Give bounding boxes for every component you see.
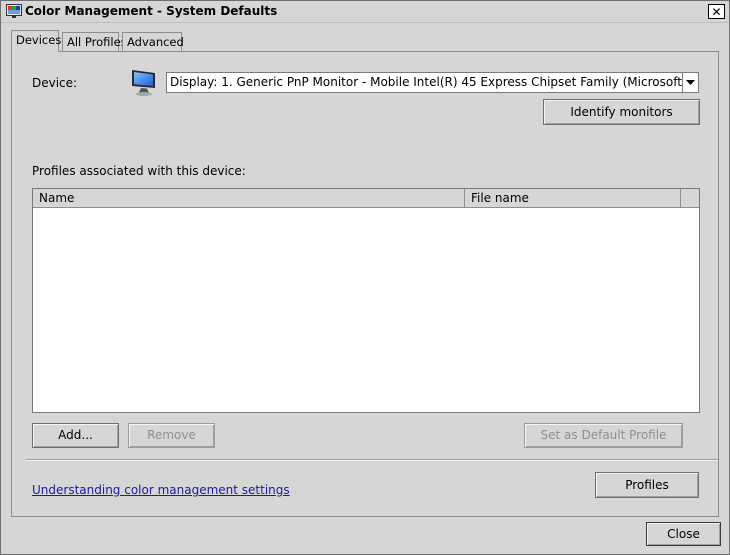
title-bar[interactable]: Color Management - System Defaults ✕	[1, 1, 729, 23]
chevron-down-icon[interactable]	[682, 73, 698, 92]
column-header-name[interactable]: Name	[33, 189, 465, 207]
color-management-window: Color Management - System Defaults ✕ Dev…	[0, 0, 730, 555]
remove-button[interactable]: Remove	[128, 423, 215, 448]
column-header-file-name[interactable]: File name	[465, 189, 681, 207]
profiles-list[interactable]: Name File name	[32, 188, 700, 413]
window-title: Color Management - System Defaults	[25, 4, 278, 18]
add-button[interactable]: Add...	[32, 423, 119, 448]
device-label: Device:	[32, 76, 78, 90]
help-link[interactable]: Understanding color management settings	[32, 483, 290, 497]
monitor-icon	[132, 70, 155, 96]
device-select[interactable]: Display: 1. Generic PnP Monitor - Mobile…	[166, 72, 699, 93]
tab-advanced[interactable]: Advanced	[122, 32, 184, 52]
profiles-label: Profiles associated with this device:	[32, 164, 246, 178]
title-close-button[interactable]: ✕	[708, 4, 725, 19]
tab-devices[interactable]: Devices	[11, 30, 61, 52]
color-management-icon	[6, 4, 22, 18]
identify-monitors-button[interactable]: Identify monitors	[543, 99, 700, 125]
close-button[interactable]: Close	[646, 522, 721, 546]
close-icon: ✕	[711, 4, 722, 19]
divider	[26, 459, 718, 461]
set-default-profile-button[interactable]: Set as Default Profile	[524, 423, 683, 448]
profiles-button[interactable]: Profiles	[595, 472, 699, 498]
device-select-value: Display: 1. Generic PnP Monitor - Mobile…	[170, 75, 682, 89]
profiles-list-header: Name File name	[33, 189, 699, 208]
tab-all-profiles[interactable]: All Profiles	[62, 32, 127, 52]
